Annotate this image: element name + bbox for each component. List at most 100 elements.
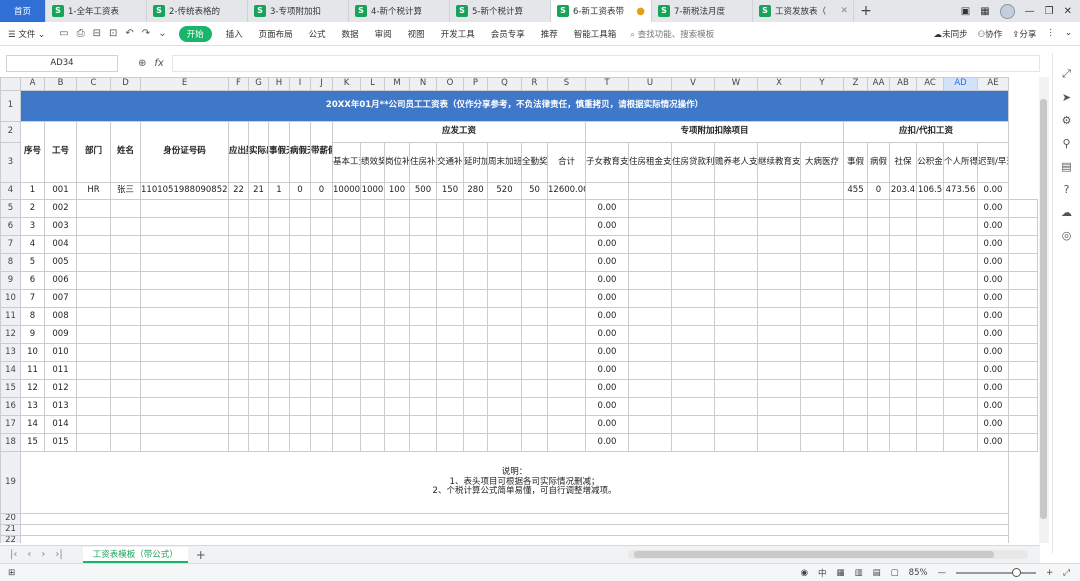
cell[interactable]	[76, 325, 111, 344]
cell-social[interactable]: 203.4	[889, 182, 917, 200]
header-late[interactable]: 迟到/早退扣款	[977, 142, 1009, 183]
cell-tax[interactable]: 0.00	[977, 217, 1009, 236]
cell[interactable]	[384, 271, 410, 290]
cell[interactable]	[140, 217, 229, 236]
add-sheet-icon[interactable]: +	[196, 548, 206, 562]
empty-row[interactable]	[20, 535, 1009, 543]
page-break-view-icon[interactable]: ▤	[873, 568, 881, 578]
cell[interactable]	[140, 271, 229, 290]
cell[interactable]	[384, 361, 410, 380]
cell[interactable]	[547, 271, 586, 290]
cell[interactable]	[714, 307, 758, 326]
header-tax[interactable]: 个人所得税	[943, 142, 978, 183]
cell[interactable]	[289, 415, 311, 434]
cell[interactable]	[487, 253, 522, 272]
cell[interactable]	[409, 361, 437, 380]
location-icon[interactable]: ◎	[1062, 229, 1072, 242]
cell-id[interactable]: 005	[44, 253, 77, 272]
cell-seq[interactable]: 7	[20, 289, 45, 308]
cell-id[interactable]: 015	[44, 433, 77, 452]
cell[interactable]	[436, 253, 464, 272]
vertical-scrollbar[interactable]	[1039, 77, 1049, 543]
cell[interactable]	[110, 253, 141, 272]
cell[interactable]	[487, 397, 522, 416]
horizontal-scrollbar[interactable]	[628, 550, 1028, 559]
cell[interactable]	[332, 325, 361, 344]
cell[interactable]	[714, 361, 758, 380]
cell[interactable]	[332, 253, 361, 272]
cell[interactable]	[289, 433, 311, 452]
row-header[interactable]: 11	[0, 307, 21, 326]
redo-icon[interactable]: ↷	[142, 28, 150, 39]
cell[interactable]	[916, 235, 944, 254]
row-header[interactable]: 1	[0, 90, 21, 122]
eye-protection-icon[interactable]: ◉	[801, 568, 808, 578]
cell[interactable]	[916, 307, 944, 326]
cell[interactable]	[916, 361, 944, 380]
column-header[interactable]: K	[332, 77, 361, 91]
cell[interactable]	[487, 379, 522, 398]
expand-panel-icon[interactable]: ⤢	[1062, 67, 1071, 81]
cell[interactable]	[76, 343, 111, 362]
cell[interactable]	[289, 325, 311, 344]
cell-id[interactable]: 013	[44, 397, 77, 416]
cell[interactable]	[943, 199, 978, 218]
cell[interactable]	[671, 182, 715, 200]
cell[interactable]	[228, 235, 249, 254]
header-cont-edu[interactable]: 继续教育支出	[757, 142, 801, 183]
print-preview-icon[interactable]: ⊡	[109, 28, 117, 39]
cell[interactable]	[289, 289, 311, 308]
cell[interactable]	[436, 199, 464, 218]
cell[interactable]	[671, 397, 715, 416]
group-header-deduct[interactable]: 应扣/代扣工资	[843, 121, 1009, 143]
menu-data[interactable]: 数据	[334, 28, 367, 40]
cell[interactable]	[1008, 217, 1038, 236]
row-header[interactable]: 9	[0, 271, 21, 290]
cell[interactable]	[409, 325, 437, 344]
cell-tax[interactable]: 0.00	[977, 289, 1009, 308]
header-medical[interactable]: 大病医疗	[800, 142, 844, 183]
cell[interactable]	[521, 379, 548, 398]
column-header[interactable]: I	[289, 77, 311, 91]
cell[interactable]	[436, 379, 464, 398]
macro-record-icon[interactable]: ⊞	[8, 568, 15, 578]
cell[interactable]	[248, 361, 269, 380]
cell[interactable]	[409, 343, 437, 362]
cell[interactable]	[248, 433, 269, 452]
column-header[interactable]: V	[671, 77, 715, 91]
cell[interactable]	[268, 289, 290, 308]
cell[interactable]	[228, 199, 249, 218]
cell[interactable]	[76, 199, 111, 218]
cell[interactable]	[289, 361, 311, 380]
cell[interactable]	[521, 307, 548, 326]
header-child-edu[interactable]: 子女教育支出	[585, 142, 629, 183]
cell[interactable]	[76, 271, 111, 290]
cell[interactable]	[463, 253, 488, 272]
cell[interactable]	[409, 217, 437, 236]
cell-id[interactable]: 011	[44, 361, 77, 380]
input-method-icon[interactable]: 中	[818, 567, 827, 579]
name-box[interactable]: AD34	[6, 54, 118, 72]
cell-total[interactable]: 0.00	[585, 325, 629, 344]
cell[interactable]	[248, 415, 269, 434]
cell[interactable]	[547, 289, 586, 308]
cell[interactable]	[1008, 253, 1038, 272]
cell-tax[interactable]: 0.00	[977, 433, 1009, 452]
cell[interactable]	[714, 325, 758, 344]
cell[interactable]	[360, 307, 385, 326]
tab-home[interactable]: 首页	[0, 0, 46, 22]
cell[interactable]	[889, 433, 917, 452]
column-header-selected[interactable]: AD	[943, 77, 978, 91]
cell[interactable]	[714, 182, 758, 200]
cell[interactable]	[800, 271, 844, 290]
cell[interactable]	[843, 415, 868, 434]
cell[interactable]	[463, 379, 488, 398]
cell[interactable]	[628, 199, 672, 218]
cell-tax[interactable]: 0.00	[977, 235, 1009, 254]
cell-tax[interactable]: 0.00	[977, 415, 1009, 434]
cell[interactable]	[248, 271, 269, 290]
cell[interactable]	[916, 253, 944, 272]
cell[interactable]	[140, 199, 229, 218]
cell[interactable]	[757, 379, 801, 398]
cell[interactable]	[547, 325, 586, 344]
